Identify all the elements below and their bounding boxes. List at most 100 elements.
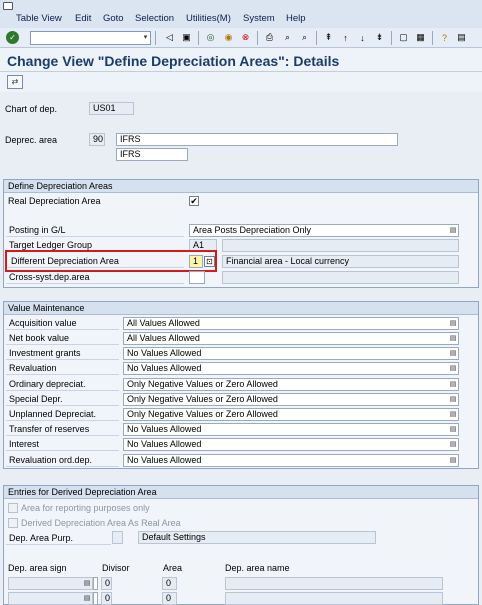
last-page-icon[interactable]: ⇟ xyxy=(373,31,386,44)
target-ledger-desc xyxy=(222,239,459,252)
vm-row-select[interactable]: Only Negative Values or Zero Allowed ▤ xyxy=(123,408,459,421)
vm-row-value: No Values Allowed xyxy=(127,348,202,358)
posting-gl-select[interactable]: Area Posts Depreciation Only ▤ xyxy=(189,224,459,237)
dropdown-icon[interactable]: ▤ xyxy=(449,425,457,434)
col-dep-area-sign: Dep. area sign xyxy=(8,563,67,573)
back-icon[interactable]: ◎ xyxy=(204,31,217,44)
menu-edit[interactable]: Edit xyxy=(75,13,91,24)
find-next-icon[interactable]: ⌕ xyxy=(298,31,311,44)
dep-area-sign-select[interactable]: ▤ xyxy=(8,577,93,590)
vm-row-select[interactable]: Only Negative Values or Zero Allowed ▤ xyxy=(123,393,459,406)
command-field[interactable] xyxy=(30,31,151,45)
dropdown-icon[interactable]: ▤ xyxy=(449,334,457,343)
real-depreciation-area-label: Real Depreciation Area xyxy=(8,196,101,206)
dropdown-icon[interactable]: ▤ xyxy=(83,579,91,588)
enter-icon[interactable]: ✓ xyxy=(6,31,19,44)
toolbar-separator xyxy=(432,31,433,45)
vm-row-value: Only Negative Values or Zero Allowed xyxy=(127,379,278,389)
menu-goto[interactable]: Goto xyxy=(103,13,124,24)
back-arrow-icon[interactable]: ◁ xyxy=(163,31,176,44)
vm-row-value: No Values Allowed xyxy=(127,439,202,449)
define-areas-header: Define Depreciation Areas xyxy=(4,180,478,193)
divisor-field: 0 xyxy=(101,577,112,590)
vm-row-select[interactable]: No Values Allowed ▤ xyxy=(123,438,459,451)
dropdown-icon[interactable]: ▤ xyxy=(449,380,457,389)
vm-row-select[interactable]: No Values Allowed ▤ xyxy=(123,454,459,467)
exit-icon[interactable]: ◉ xyxy=(222,31,235,44)
different-depreciation-field[interactable]: 1 xyxy=(189,255,203,268)
cross-system-field[interactable] xyxy=(189,271,205,284)
dep-area-sign-select[interactable]: ▤ xyxy=(8,592,93,605)
toolbar-separator xyxy=(257,31,258,45)
new-session-icon[interactable]: ▢ xyxy=(397,31,410,44)
search-help-icon[interactable]: ⊡ xyxy=(204,256,215,267)
deprec-area-label: Deprec. area xyxy=(5,135,58,145)
vm-row-select[interactable]: All Values Allowed ▤ xyxy=(123,317,459,330)
vm-row-value: Only Negative Values or Zero Allowed xyxy=(127,409,278,419)
vm-row-value: No Values Allowed xyxy=(127,455,202,465)
next-page-icon[interactable]: ↓ xyxy=(356,31,369,44)
posting-gl-value: Area Posts Depreciation Only xyxy=(193,225,312,235)
dropdown-icon[interactable]: ▤ xyxy=(449,395,457,404)
menu-table-view[interactable]: Table View xyxy=(16,13,62,24)
shortcut-icon[interactable]: ▦ xyxy=(414,31,427,44)
previous-page-icon[interactable]: ↑ xyxy=(339,31,352,44)
dropdown-icon[interactable]: ▤ xyxy=(83,594,91,603)
deprec-area-short-field[interactable]: IFRS xyxy=(116,148,188,161)
print-icon[interactable]: ⎙ xyxy=(263,31,276,44)
dropdown-icon[interactable]: ▤ xyxy=(449,410,457,419)
cancel-icon[interactable]: ⊗ xyxy=(239,31,252,44)
vm-row-label: Revaluation ord.dep. xyxy=(6,454,119,467)
dep-area-name-field xyxy=(225,577,443,590)
menu-help[interactable]: Help xyxy=(286,13,306,24)
dropdown-icon[interactable]: ▤ xyxy=(449,349,457,358)
toolbar-separator xyxy=(391,31,392,45)
vm-row-select[interactable]: No Values Allowed ▤ xyxy=(123,362,459,375)
vm-row-label: Revaluation xyxy=(6,362,119,375)
vm-row-select[interactable]: No Values Allowed ▤ xyxy=(123,423,459,436)
dropdown-icon[interactable]: ▤ xyxy=(449,226,457,235)
vm-row-value: All Values Allowed xyxy=(127,333,200,343)
row-marker[interactable] xyxy=(93,592,98,605)
col-dep-area-name: Dep. area name xyxy=(225,563,290,573)
vm-row-value: Only Negative Values or Zero Allowed xyxy=(127,394,278,404)
vm-row-label: Special Depr. xyxy=(6,393,119,406)
menu-selection[interactable]: Selection xyxy=(135,13,174,24)
help-icon[interactable]: ? xyxy=(438,31,451,44)
area-field: 0 xyxy=(162,577,177,590)
menu-utilities[interactable]: Utilities(M) xyxy=(186,13,231,24)
cross-system-desc xyxy=(222,271,459,284)
vm-row-label: Transfer of reserves xyxy=(6,423,119,436)
row-marker[interactable] xyxy=(93,577,98,590)
dropdown-icon[interactable]: ▤ xyxy=(449,456,457,465)
vm-row-label: Acquisition value xyxy=(6,317,119,330)
dropdown-icon[interactable]: ▤ xyxy=(449,440,457,449)
toolbar-separator xyxy=(155,31,156,45)
other-entry-icon[interactable]: ⇄ xyxy=(7,75,23,89)
menu-bar xyxy=(0,0,482,28)
menu-system[interactable]: System xyxy=(243,13,275,24)
vm-row-value: No Values Allowed xyxy=(127,424,202,434)
find-icon[interactable]: ⌕ xyxy=(281,31,294,44)
vm-row-select[interactable]: No Values Allowed ▤ xyxy=(123,347,459,360)
toolbar-separator xyxy=(316,31,317,45)
area-field: 0 xyxy=(162,592,177,605)
command-dropdown-icon[interactable]: ▾ xyxy=(141,32,150,44)
dropdown-icon[interactable]: ▤ xyxy=(449,364,457,373)
chart-of-dep-label: Chart of dep. xyxy=(5,104,58,114)
dropdown-icon[interactable]: ▤ xyxy=(449,319,457,328)
layout-menu-icon[interactable]: ▤ xyxy=(455,31,468,44)
real-depreciation-area-checkbox[interactable]: ✔ xyxy=(189,196,199,206)
posting-gl-label: Posting in G/L xyxy=(6,224,184,237)
vm-row-value: All Values Allowed xyxy=(127,318,200,328)
title-divider xyxy=(0,71,482,72)
vm-row-select[interactable]: All Values Allowed ▤ xyxy=(123,332,459,345)
first-page-icon[interactable]: ⇞ xyxy=(322,31,335,44)
system-menu-icon[interactable] xyxy=(3,2,13,10)
vm-row-select[interactable]: Only Negative Values or Zero Allowed ▤ xyxy=(123,378,459,391)
save-icon[interactable]: ▣ xyxy=(180,31,193,44)
dep-area-purpose-field: Default Settings xyxy=(138,531,376,544)
derived-real-checkbox xyxy=(8,518,18,528)
dep-area-purpose-code xyxy=(112,531,123,544)
deprec-area-name-field[interactable]: IFRS xyxy=(116,133,398,146)
